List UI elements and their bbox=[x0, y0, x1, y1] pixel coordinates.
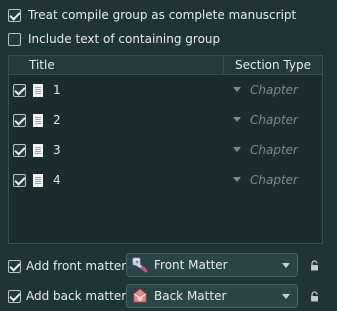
row-title: 3 bbox=[53, 143, 61, 157]
front-matter-checkbox[interactable] bbox=[8, 259, 21, 273]
row-section-type[interactable]: Chapter bbox=[250, 143, 298, 157]
row-title: 2 bbox=[53, 113, 61, 127]
back-matter-option: Add back matter: bbox=[8, 284, 130, 308]
row-include-checkbox[interactable] bbox=[13, 143, 26, 157]
include-group-text-option[interactable]: Include text of containing group bbox=[8, 31, 220, 47]
treat-as-manuscript-option[interactable]: Treat compile group as complete manuscri… bbox=[8, 7, 296, 23]
column-header-section-type[interactable]: Section Type bbox=[224, 56, 322, 74]
back-matter-icon bbox=[133, 288, 147, 303]
section-type-dropdown-icon[interactable] bbox=[233, 147, 241, 152]
front-matter-icon bbox=[132, 257, 148, 273]
include-group-text-checkbox[interactable] bbox=[8, 32, 21, 46]
chevron-down-icon bbox=[282, 294, 290, 299]
row-section-type[interactable]: Chapter bbox=[250, 173, 298, 187]
row-title: 4 bbox=[53, 173, 61, 187]
table-row[interactable]: 3 Chapter bbox=[9, 135, 322, 165]
back-matter-value: Back Matter bbox=[154, 289, 227, 303]
section-type-dropdown-icon[interactable] bbox=[233, 177, 241, 182]
front-matter-select[interactable]: Front Matter bbox=[126, 253, 298, 277]
section-type-dropdown-icon[interactable] bbox=[233, 117, 241, 122]
document-icon bbox=[33, 173, 43, 187]
document-icon bbox=[33, 113, 43, 127]
include-group-text-label: Include text of containing group bbox=[28, 32, 221, 46]
row-include-checkbox[interactable] bbox=[13, 173, 26, 187]
row-include-checkbox[interactable] bbox=[13, 113, 26, 127]
row-include-checkbox[interactable] bbox=[13, 83, 26, 97]
front-matter-value: Front Matter bbox=[154, 258, 228, 272]
front-matter-label: Add front matter: bbox=[26, 259, 131, 273]
lock-icon[interactable] bbox=[310, 291, 319, 302]
table-row[interactable]: 2 Chapter bbox=[9, 105, 322, 135]
back-matter-select[interactable]: Back Matter bbox=[126, 284, 298, 308]
front-matter-option: Add front matter: bbox=[8, 254, 131, 278]
section-type-dropdown-icon[interactable] bbox=[233, 87, 241, 92]
row-section-type[interactable]: Chapter bbox=[250, 83, 298, 97]
treat-as-manuscript-label: Treat compile group as complete manuscri… bbox=[28, 8, 297, 22]
row-section-type[interactable]: Chapter bbox=[250, 113, 298, 127]
contents-table: Title Section Type 1 Chapter 2 Chapter 3… bbox=[8, 55, 323, 244]
table-row[interactable]: 4 Chapter bbox=[9, 165, 322, 195]
lock-icon[interactable] bbox=[310, 260, 319, 271]
table-header: Title Section Type bbox=[9, 56, 322, 75]
table-row[interactable]: 1 Chapter bbox=[9, 75, 322, 105]
chevron-down-icon bbox=[282, 263, 290, 268]
row-title: 1 bbox=[53, 83, 61, 97]
treat-as-manuscript-checkbox[interactable] bbox=[8, 8, 21, 22]
column-header-title[interactable]: Title bbox=[9, 56, 224, 74]
document-icon bbox=[33, 143, 43, 157]
back-matter-checkbox[interactable] bbox=[8, 289, 21, 303]
document-icon bbox=[33, 83, 43, 97]
back-matter-label: Add back matter: bbox=[26, 289, 130, 303]
